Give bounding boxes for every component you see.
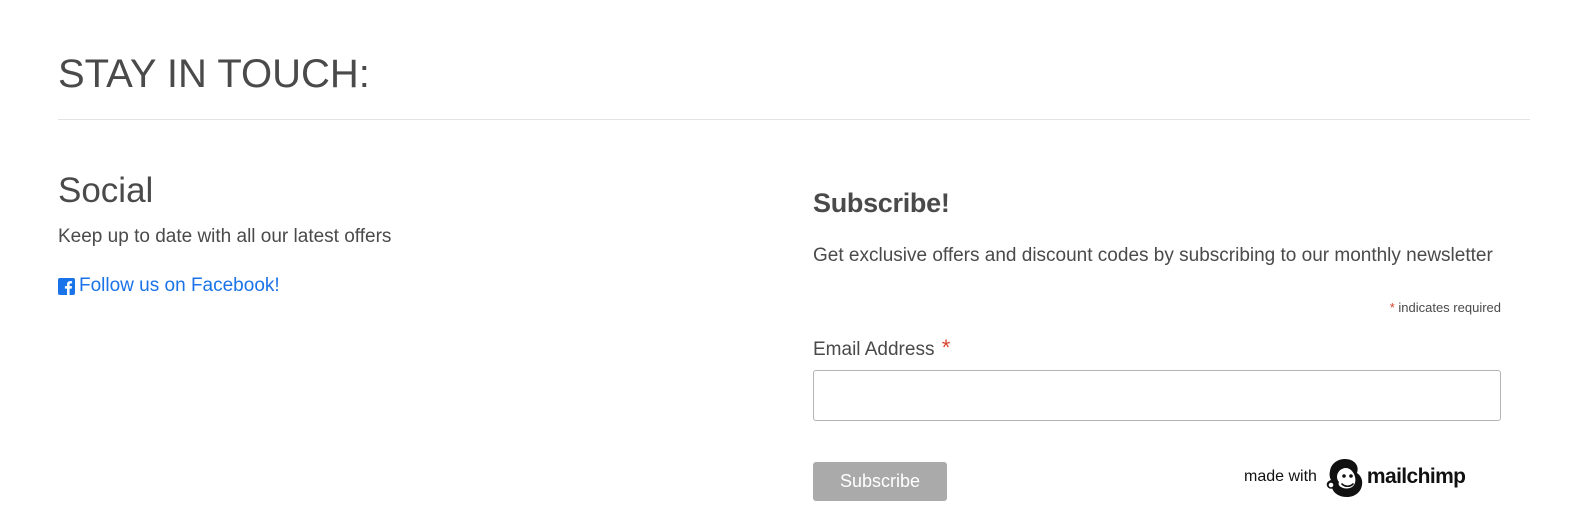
required-note: * indicates required [1390, 300, 1501, 315]
subscribe-button[interactable]: Subscribe [813, 462, 947, 501]
social-title: Social [58, 171, 154, 210]
mailchimp-wordmark: mailchimp [1366, 465, 1466, 488]
social-description: Keep up to date with all our latest offe… [58, 226, 392, 247]
mailchimp-badge[interactable]: made with mailchimp [1244, 456, 1466, 498]
stay-in-touch-section: STAY IN TOUCH: Social Keep up to date wi… [0, 0, 1577, 523]
facebook-icon [58, 277, 75, 295]
made-with-text: made with [1244, 468, 1317, 485]
subscribe-description: Get exclusive offers and discount codes … [813, 245, 1493, 266]
email-required-asterisk: * [941, 335, 951, 360]
section-heading: STAY IN TOUCH: [58, 52, 370, 96]
facebook-link-label: Follow us on Facebook! [79, 275, 280, 296]
email-input[interactable] [813, 370, 1501, 421]
required-asterisk: * [1389, 300, 1395, 315]
subscribe-title: Subscribe! [813, 188, 950, 218]
mailchimp-icon [1326, 459, 1363, 497]
heading-divider [58, 119, 1530, 120]
email-label: Email Address * [813, 335, 950, 361]
required-note-text: indicates required [1398, 300, 1501, 315]
facebook-link[interactable]: Follow us on Facebook! [58, 275, 280, 297]
email-label-text: Email Address [813, 339, 935, 360]
